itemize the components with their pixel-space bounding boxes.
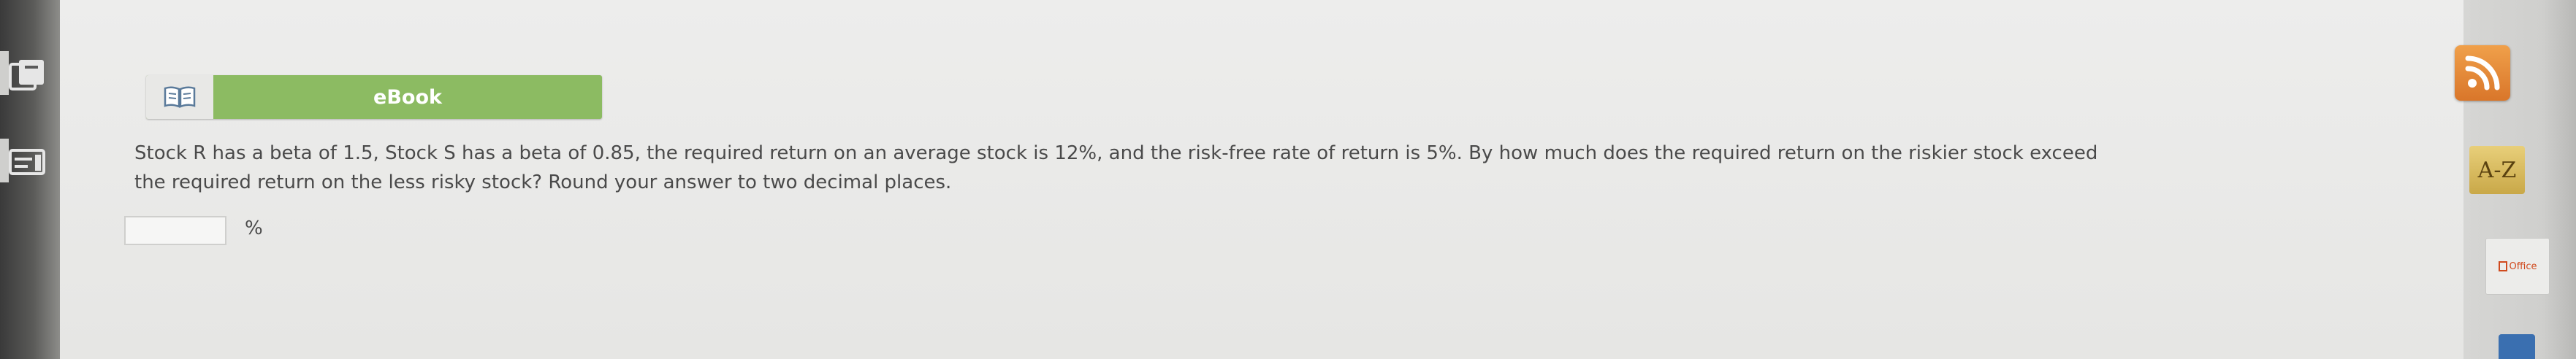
ebook-icon-box xyxy=(146,75,213,119)
ebook-label: eBook xyxy=(373,85,442,109)
office-icon xyxy=(2498,261,2507,271)
office-button[interactable]: Office xyxy=(2485,238,2550,295)
glossary-label: A-Z xyxy=(2477,157,2517,183)
question-line-1: Stock R has a beta of 1.5, Stock S has a… xyxy=(134,142,2098,164)
answer-input[interactable] xyxy=(124,216,226,245)
notebook-icon[interactable] xyxy=(7,57,50,95)
book-icon xyxy=(164,86,196,108)
glossary-button[interactable]: A-Z xyxy=(2469,146,2525,194)
rss-icon xyxy=(2465,55,2500,90)
question-text: Stock R has a beta of 1.5, Stock S has a… xyxy=(134,139,2501,197)
question-panel: eBook Stock R has a beta of 1.5, Stock S… xyxy=(60,0,2463,359)
ebook-button[interactable]: eBook xyxy=(146,75,602,119)
rss-button[interactable] xyxy=(2455,45,2510,101)
percent-unit: % xyxy=(245,217,263,239)
office-label: Office xyxy=(2509,260,2537,272)
panel-icon[interactable] xyxy=(7,147,50,180)
question-line-2: the required return on the less risky st… xyxy=(134,171,952,193)
corner-accent xyxy=(2499,334,2535,359)
left-rail xyxy=(0,0,60,359)
